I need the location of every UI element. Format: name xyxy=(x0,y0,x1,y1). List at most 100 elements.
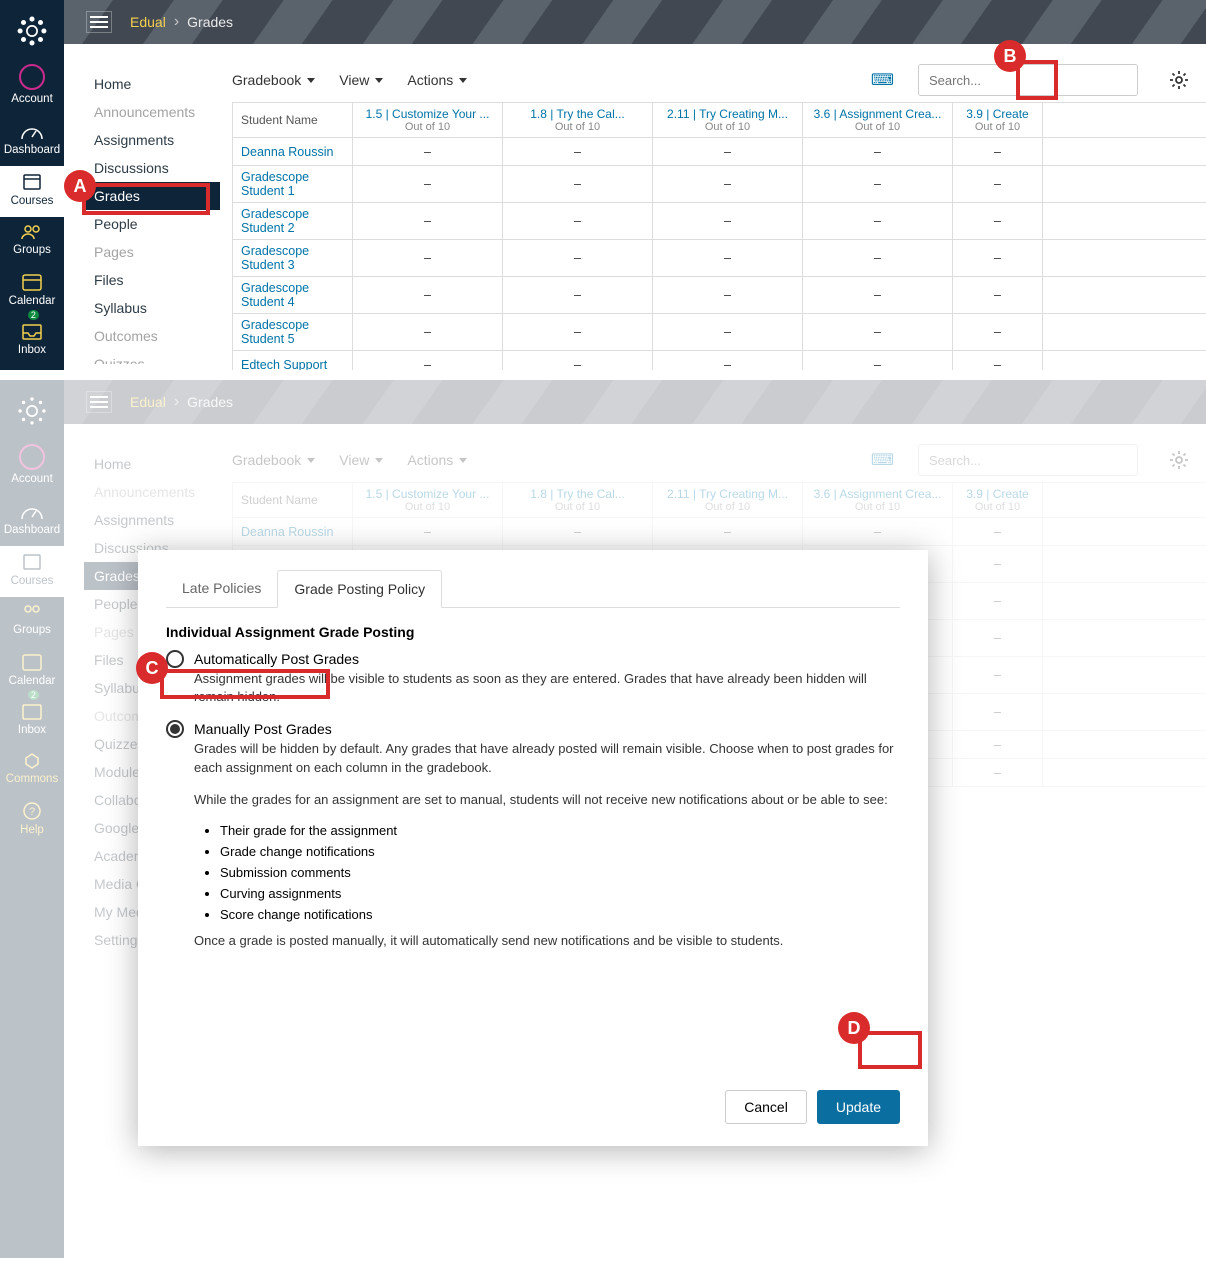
nav-inbox[interactable]: 2Inbox xyxy=(0,317,64,366)
global-nav: Account Dashboard Courses Groups Calenda… xyxy=(0,0,64,370)
nav-account[interactable]: Account xyxy=(0,58,64,115)
grade-cell[interactable]: – xyxy=(503,314,653,350)
grade-cell[interactable]: – xyxy=(803,203,953,239)
cnav-quizzes[interactable]: Quizzes xyxy=(84,350,220,364)
cnav-pages[interactable]: Pages xyxy=(84,238,220,266)
actions-dropdown[interactable]: Actions xyxy=(407,72,467,88)
grade-cell[interactable]: – xyxy=(953,351,1043,378)
radio-manual-post[interactable]: Manually Post Grades xyxy=(166,720,900,738)
grade-cell[interactable]: – xyxy=(353,351,503,378)
nav-courses[interactable]: Courses xyxy=(0,166,64,217)
update-button[interactable]: Update xyxy=(817,1090,900,1124)
grade-cell[interactable]: – xyxy=(803,166,953,202)
student-name-cell[interactable]: Gradescope Student 2 xyxy=(233,203,353,239)
assignment-col[interactable]: 1.8 | Try the Cal...Out of 10 xyxy=(503,103,653,137)
grade-cell[interactable]: – xyxy=(803,138,953,165)
grade-cell[interactable]: – xyxy=(953,240,1043,276)
view-dropdown[interactable]: View xyxy=(339,72,383,88)
grade-cell[interactable]: – xyxy=(353,138,503,165)
grade-cell[interactable]: – xyxy=(953,166,1043,202)
grade-cell[interactable]: – xyxy=(803,277,953,313)
highlight-grades-nav xyxy=(82,183,210,215)
grade-cell[interactable]: – xyxy=(953,277,1043,313)
breadcrumb-page: Grades xyxy=(187,14,233,30)
student-name-cell[interactable]: Gradescope Student 4 xyxy=(233,277,353,313)
table-row: Edtech Support––––– xyxy=(233,351,1206,379)
settings-button[interactable] xyxy=(1162,63,1196,97)
student-name-cell[interactable]: Deanna Roussin xyxy=(233,138,353,165)
radio-icon xyxy=(166,650,184,668)
course-nav: Home Announcements Assignments Discussio… xyxy=(84,70,220,364)
speedometer-icon xyxy=(20,121,44,141)
grade-cell[interactable]: – xyxy=(953,138,1043,165)
grade-cell[interactable]: – xyxy=(353,240,503,276)
grade-cell[interactable]: – xyxy=(503,240,653,276)
group-icon xyxy=(20,223,44,241)
cnav-announcements[interactable]: Announcements xyxy=(84,98,220,126)
grade-cell[interactable]: – xyxy=(353,203,503,239)
grade-cell[interactable]: – xyxy=(803,351,953,378)
grade-cell[interactable]: – xyxy=(353,314,503,350)
radio-icon xyxy=(166,720,184,738)
assignment-col[interactable]: 1.5 | Customize Your ...Out of 10 xyxy=(353,103,503,137)
modal-heading: Individual Assignment Grade Posting xyxy=(166,624,900,640)
grade-cell[interactable]: – xyxy=(653,314,803,350)
manual-closing: Once a grade is posted manually, it will… xyxy=(194,932,900,950)
student-name-cell[interactable]: Edtech Support xyxy=(233,351,353,378)
student-name-cell[interactable]: Gradescope Student 5 xyxy=(233,314,353,350)
grade-cell[interactable]: – xyxy=(653,351,803,378)
grade-cell[interactable]: – xyxy=(353,166,503,202)
grade-cell[interactable]: – xyxy=(953,203,1043,239)
table-row: Gradescope Student 4––––– xyxy=(233,277,1206,314)
cnav-files[interactable]: Files xyxy=(84,266,220,294)
highlight-manual-post xyxy=(160,669,330,699)
cnav-discussions[interactable]: Discussions xyxy=(84,154,220,182)
grade-cell[interactable]: – xyxy=(653,166,803,202)
grade-cell[interactable]: – xyxy=(953,314,1043,350)
list-item: Grade change notifications xyxy=(220,844,900,859)
nav-dashboard[interactable]: Dashboard xyxy=(0,115,64,166)
breadcrumb-course[interactable]: Edual xyxy=(130,14,166,30)
grade-cell[interactable]: – xyxy=(803,314,953,350)
grade-cell[interactable]: – xyxy=(653,277,803,313)
table-row: Deanna Roussin––––– xyxy=(233,138,1206,166)
grade-cell[interactable]: – xyxy=(653,138,803,165)
cnav-outcomes[interactable]: Outcomes xyxy=(84,322,220,350)
inbox-badge: 2 xyxy=(28,310,39,320)
table-row: Gradescope Student 1––––– xyxy=(233,166,1206,203)
manual-post-description: Grades will be hidden by default. Any gr… xyxy=(194,740,900,776)
tab-late-policies[interactable]: Late Policies xyxy=(166,570,277,607)
canvas-logo-icon xyxy=(15,14,49,48)
table-row: Gradescope Student 3––––– xyxy=(233,240,1206,277)
list-item: Curving assignments xyxy=(220,886,900,901)
grade-cell[interactable]: – xyxy=(503,138,653,165)
cnav-assignments[interactable]: Assignments xyxy=(84,126,220,154)
list-item: Submission comments xyxy=(220,865,900,880)
table-row: Gradescope Student 2––––– xyxy=(233,203,1206,240)
grade-cell[interactable]: – xyxy=(503,351,653,378)
cnav-home[interactable]: Home xyxy=(84,70,220,98)
tab-grade-posting-policy[interactable]: Grade Posting Policy xyxy=(277,570,442,608)
grade-cell[interactable]: – xyxy=(653,203,803,239)
grade-cell[interactable]: – xyxy=(503,203,653,239)
cancel-button[interactable]: Cancel xyxy=(725,1090,807,1124)
gradebook-settings-modal: Late Policies Grade Posting Policy Indiv… xyxy=(138,550,928,1146)
assignment-col[interactable]: 3.6 | Assignment Crea...Out of 10 xyxy=(803,103,953,137)
grade-cell[interactable]: – xyxy=(803,240,953,276)
grade-cell[interactable]: – xyxy=(353,277,503,313)
grade-cell[interactable]: – xyxy=(503,277,653,313)
keyboard-icon[interactable]: ⌨ xyxy=(871,70,894,90)
grade-cell[interactable]: – xyxy=(503,166,653,202)
student-name-cell[interactable]: Gradescope Student 3 xyxy=(233,240,353,276)
col-student-name[interactable]: Student Name xyxy=(233,103,353,137)
callout-b: B xyxy=(994,40,1026,72)
assignment-col[interactable]: 2.11 | Try Creating M...Out of 10 xyxy=(653,103,803,137)
radio-auto-post[interactable]: Automatically Post Grades xyxy=(166,650,900,668)
cnav-syllabus[interactable]: Syllabus xyxy=(84,294,220,322)
student-name-cell[interactable]: Gradescope Student 1 xyxy=(233,166,353,202)
hamburger-icon[interactable] xyxy=(86,11,112,33)
assignment-col[interactable]: 3.9 | CreateOut of 10 xyxy=(953,103,1043,137)
nav-groups[interactable]: Groups xyxy=(0,217,64,266)
grade-cell[interactable]: – xyxy=(653,240,803,276)
gradebook-dropdown[interactable]: Gradebook xyxy=(232,72,315,88)
